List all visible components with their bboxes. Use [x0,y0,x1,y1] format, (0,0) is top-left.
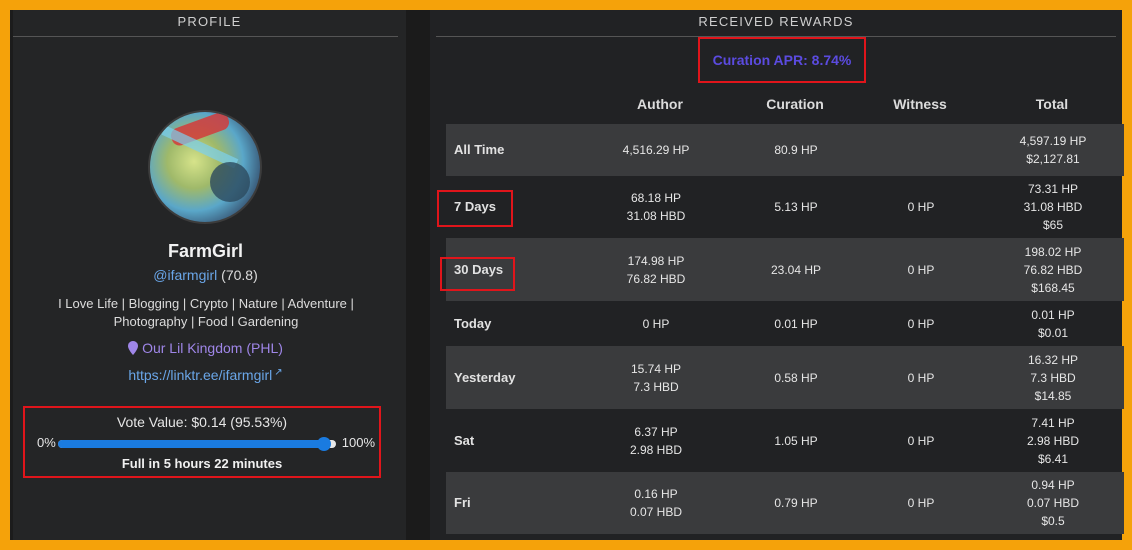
cell-label: All Time [454,142,505,157]
location-text: Our Lil Kingdom (PHL) [142,340,283,356]
profile-location: Our Lil Kingdom (PHL) [13,339,398,356]
cell-total: 73.31 HP 31.08 HBD $65 [1023,182,1083,232]
cell-witness: 0 HP [907,200,935,214]
map-pin-icon [128,341,139,355]
cell-label: Fri [454,495,471,510]
cell-witness: 0 HP [907,262,935,277]
table-row: All Time 4,516.29 HP 80.9 HP 4,597.19 HP $2,… [446,124,1124,176]
app-frame: PROFILE FarmGirl @ifarmgirl (70.8) I Lov… [10,10,1124,540]
cell-curation: 0.01 HP [774,316,818,331]
cell-witness: 0 HP [907,370,935,385]
cell-total: 16.32 HP 7.3 HBD $14.85 [1027,352,1079,403]
cell-total: 0.01 HP $0.01 [1031,307,1075,340]
cell-witness: 0 HP [907,433,935,448]
profile-handle-line: @ifarmgirl (70.8) [13,267,398,283]
column-header-witness: Witness [893,96,947,112]
cell-label: Sat [454,432,475,448]
voting-power-slider[interactable] [58,437,336,451]
cell-total: 4,597.19 HP $2,127.81 [1019,134,1087,166]
table-row: Fri 0.16 HP 0.07 HBD 0.79 HP 0 HP 0.94 HP 0.07… [446,472,1124,534]
panel-divider [406,10,430,540]
avatar[interactable] [148,110,262,224]
reputation-score: (70.8) [221,267,258,283]
table-row: Yesterday 15.74 HP 7.3 HBD 0.58 HP 0 HP 16.32… [446,346,1124,409]
table-row: 30 Days 174.98 HP 76.82 HBD 23.04 HP 0 HP 198… [446,238,1124,301]
rewards-section-title: RECEIVED REWARDS [698,14,854,29]
cell-author: 0 HP [642,316,670,331]
slider-thumb[interactable] [316,437,331,451]
cell-witness [856,124,986,176]
cell-curation: 1.05 HP [774,433,818,448]
cell-total: 7.41 HP 2.98 HBD $6.41 [1026,415,1080,466]
slider-min-label: 0% [37,435,56,450]
cell-curation: 23.04 HP [770,262,822,277]
profile-title-rule [13,36,398,37]
curation-apr: Curation APR: 8.74% [712,52,852,68]
cell-author: 6.37 HP 2.98 HBD [629,424,683,457]
voting-power-fill [58,440,324,448]
cell-author: 4,516.29 HP [622,143,690,157]
table-row: 7 Days 68.18 HP 31.08 HBD 5.13 HP 0 HP 73.31 … [446,176,1124,238]
table-row: Today 0 HP 0.01 HP 0 HP 0.01 HP $0.01 [446,301,1124,346]
cell-total: 198.02 HP 76.82 HBD $168.45 [1023,244,1083,295]
cell-curation: 0.58 HP [774,370,818,385]
cell-witness: 0 HP [907,496,935,510]
cell-curation: 0.79 HP [774,496,818,510]
cell-label: Today [454,315,492,331]
column-header-author: Author [637,96,683,112]
recharge-time: Full in 5 hours 22 minutes [121,456,283,471]
vote-value-box: Vote Value: $0.14 (95.53%) 0% 100% Full … [23,406,381,478]
external-link-icon: ↗ [274,367,283,378]
column-header-curation: Curation [766,96,824,112]
cell-author: 68.18 HP 31.08 HBD [626,191,686,223]
curation-apr-box: Curation APR: 8.74% [698,37,866,83]
highlight-30-days [440,257,515,291]
rewards-panel: RECEIVED REWARDS Curation APR: 8.74% Aut… [430,10,1124,540]
highlight-7-days [437,190,513,227]
profile-bio: I Love Life | Blogging | Crypto | Nature… [58,296,354,329]
cell-curation: 80.9 HP [774,143,818,157]
vote-value-text: Vote Value: $0.14 (95.53%) [116,414,288,430]
profile-name: FarmGirl [167,241,244,261]
column-header-total: Total [1035,96,1069,112]
cell-author: 15.74 HP 7.3 HBD [630,361,682,394]
voting-power-row: 0% 100% [25,433,379,453]
website-link[interactable]: https://linktr.ee/ifarmgirl [128,367,272,383]
cell-total: 0.94 HP 0.07 HBD $0.5 [1026,478,1080,528]
table-row: Sat 6.37 HP 2.98 HBD 1.05 HP 0 HP 7.41 HP 2.98… [446,409,1124,472]
profile-handle-link[interactable]: @ifarmgirl [153,267,217,283]
profile-panel: PROFILE FarmGirl @ifarmgirl (70.8) I Lov… [13,10,406,540]
cell-witness: 0 HP [907,316,935,331]
cell-label: Yesterday [454,369,516,385]
profile-website[interactable]: https://linktr.ee/ifarmgirl ↗ [13,367,398,383]
slider-max-label: 100% [341,435,375,450]
profile-section-title: PROFILE [177,14,242,29]
cell-author: 174.98 HP 76.82 HBD [626,253,686,286]
cell-author: 0.16 HP 0.07 HBD [629,487,683,519]
cell-curation: 5.13 HP [774,200,818,214]
